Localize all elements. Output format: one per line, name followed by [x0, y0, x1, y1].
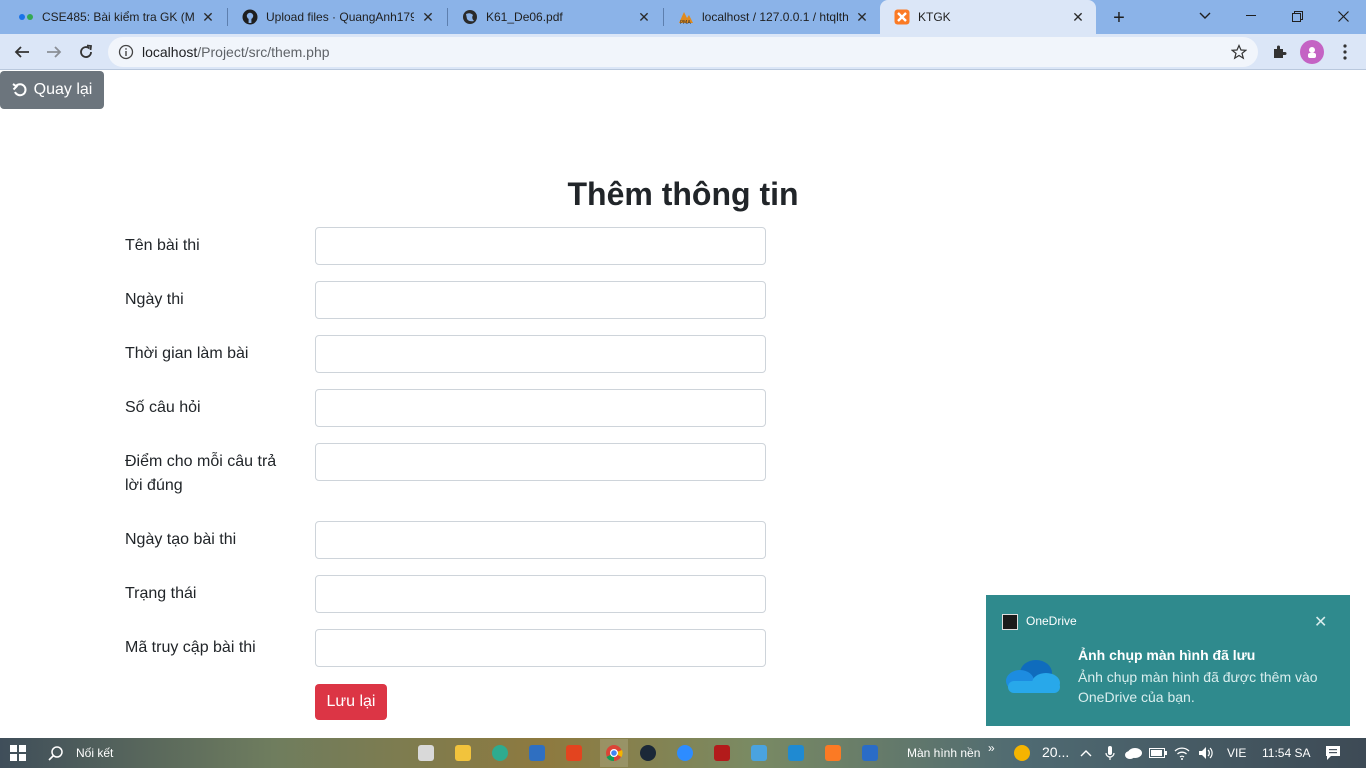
close-window-button[interactable] [1320, 0, 1366, 32]
toast-body: Ảnh chụp màn hình đã được thêm vào OneDr… [1078, 669, 1318, 705]
close-icon[interactable]: ✕ [1070, 9, 1086, 25]
onedrive-app-icon [1002, 614, 1018, 630]
office-icon[interactable] [564, 743, 584, 763]
taskbar: Nối kết Màn hình nền » 20... VIE 11:54 S… [0, 738, 1366, 768]
close-icon[interactable]: ✕ [200, 9, 216, 25]
input-thoi-gian-lam-bai[interactable] [315, 335, 766, 373]
notification-center-icon[interactable] [1323, 743, 1343, 763]
close-icon[interactable]: ✕ [420, 9, 436, 25]
toast-heading: Ảnh chụp màn hình đã lưu [1078, 647, 1256, 663]
edge-icon[interactable] [490, 743, 510, 763]
label-diem-moi-cau: Điểm cho mỗi câu trả lời đúng [125, 453, 277, 494]
undo-icon [12, 83, 27, 97]
page-title: Thêm thông tin [567, 176, 799, 212]
menu-kebab-icon[interactable] [1333, 40, 1357, 64]
wifi-icon[interactable] [1172, 743, 1192, 763]
vscode-icon[interactable] [786, 743, 806, 763]
label-ma-truy-cap: Mã truy cập bài thi [125, 639, 256, 656]
input-ngay-thi[interactable] [315, 281, 766, 319]
tab-title: Upload files · QuangAnh1792 [266, 10, 414, 24]
close-icon[interactable]: ✕ [1314, 612, 1327, 632]
minimize-button[interactable] [1228, 0, 1274, 32]
search-icon[interactable] [46, 743, 66, 763]
microphone-icon[interactable] [1100, 743, 1120, 763]
restore-button[interactable] [1274, 0, 1320, 32]
svg-text:PMA: PMA [680, 20, 691, 25]
desktop-toolbar-label[interactable]: Màn hình nền [907, 746, 980, 760]
tab-title: CSE485: Bài kiểm tra GK (Mã [42, 10, 194, 24]
tab-search-chevron-icon[interactable] [1182, 0, 1228, 32]
input-ma-truy-cap[interactable] [315, 629, 766, 667]
phpmyadmin-icon: PMA [678, 9, 694, 25]
chevron-right-icon[interactable]: » [988, 741, 995, 755]
url-host: localhost [142, 44, 198, 60]
new-tab-button[interactable]: + [1108, 7, 1130, 29]
clock-time[interactable]: 11:54 SA [1262, 746, 1310, 760]
back-button-label: Quay lại [33, 81, 93, 98]
remote-desktop-icon[interactable] [749, 743, 769, 763]
file-explorer-icon[interactable] [453, 743, 473, 763]
reload-icon[interactable] [72, 38, 100, 66]
steam-icon[interactable] [638, 743, 658, 763]
tab-title: KTGK [918, 10, 951, 24]
back-button[interactable]: Quay lại [0, 71, 104, 109]
onedrive-cloud-icon [1006, 660, 1060, 693]
chrome-icon[interactable] [600, 739, 628, 767]
tab-title: localhost / 127.0.0.1 / htqlthi [702, 10, 848, 24]
photos-icon[interactable] [860, 743, 880, 763]
globe-icon [462, 9, 478, 25]
label-ngay-tao-bai-thi: Ngày tạo bài thi [125, 531, 237, 548]
info-icon[interactable] [118, 44, 134, 60]
label-thoi-gian-lam-bai: Thời gian làm bài [125, 345, 249, 362]
tab-pdf[interactable]: K61_De06.pdf ✕ [448, 0, 662, 34]
url-text: localhost/Project/src/them.php [142, 44, 330, 60]
onedrive-tray-icon[interactable] [1124, 743, 1144, 763]
input-language[interactable]: VIE [1227, 746, 1246, 760]
tab-ktgk[interactable]: KTGK ✕ [880, 0, 1096, 34]
address-bar[interactable]: localhost/Project/src/them.php [108, 37, 1258, 67]
chevron-up-icon[interactable] [1076, 743, 1096, 763]
weather-sun-icon[interactable] [1012, 743, 1032, 763]
bookmark-star-icon[interactable] [1230, 43, 1248, 61]
input-ten-bai-thi[interactable] [315, 227, 766, 265]
back-arrow-icon[interactable] [8, 38, 36, 66]
tab-title: K61_De06.pdf [486, 10, 563, 24]
xampp-taskbar-icon[interactable] [823, 743, 843, 763]
profile-avatar[interactable] [1300, 40, 1324, 64]
label-so-cau-hoi: Số câu hỏi [125, 399, 201, 416]
input-ngay-tao-bai-thi[interactable] [315, 521, 766, 559]
label-ngay-thi: Ngày thi [125, 291, 184, 308]
toast-app-name: OneDrive [1026, 614, 1077, 628]
save-button[interactable]: Lưu lại [315, 684, 387, 720]
github-icon [242, 9, 258, 25]
close-icon[interactable]: ✕ [636, 9, 652, 25]
tab-phpmyadmin[interactable]: PMA localhost / 127.0.0.1 / htqlthi ✕ [664, 0, 880, 34]
label-ten-bai-thi: Tên bài thi [125, 237, 200, 254]
extensions-puzzle-icon[interactable] [1268, 40, 1292, 64]
volume-icon[interactable] [1196, 743, 1216, 763]
close-icon[interactable]: ✕ [854, 9, 870, 25]
input-trang-thai[interactable] [315, 575, 766, 613]
meet-icon [18, 9, 34, 25]
filezilla-icon[interactable] [712, 743, 732, 763]
url-path: /Project/src/them.php [197, 44, 330, 60]
battery-icon[interactable] [1148, 743, 1168, 763]
xampp-icon [894, 9, 910, 25]
tab-strip: CSE485: Bài kiểm tra GK (Mã ✕ Upload fil… [0, 0, 1366, 34]
browser-toolbar: localhost/Project/src/them.php [0, 34, 1366, 70]
onedrive-toast[interactable]: OneDrive ✕ Ảnh chụp màn hình đã lưu Ảnh … [986, 595, 1350, 726]
input-diem-moi-cau[interactable] [315, 443, 766, 481]
weather-text[interactable]: 20... [1042, 744, 1069, 760]
zoom-icon[interactable] [675, 743, 695, 763]
mail-icon[interactable] [527, 743, 547, 763]
label-trang-thai: Trạng thái [125, 585, 197, 602]
windows-start-icon[interactable] [8, 743, 28, 763]
taskbar-search-text[interactable]: Nối kết [76, 746, 113, 760]
forward-arrow-icon[interactable] [40, 38, 68, 66]
input-so-cau-hoi[interactable] [315, 389, 766, 427]
store-icon[interactable] [416, 743, 436, 763]
tab-cse485[interactable]: CSE485: Bài kiểm tra GK (Mã ✕ [4, 0, 226, 34]
tab-github[interactable]: Upload files · QuangAnh1792 ✕ [228, 0, 446, 34]
